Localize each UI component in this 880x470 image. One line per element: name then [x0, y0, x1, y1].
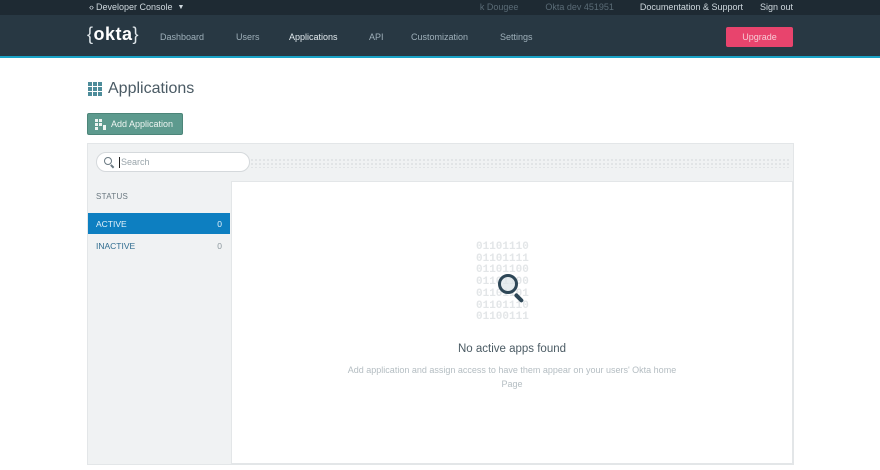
magnifier-icon: [496, 272, 528, 304]
search-input[interactable]: [119, 156, 239, 168]
logo-text: okta: [93, 24, 133, 44]
search-icon: [104, 156, 115, 168]
utility-bar: ‹› Developer Console ▼ k Dougee Okta dev…: [0, 0, 880, 15]
okta-logo[interactable]: {okta}: [87, 24, 139, 45]
filter-active[interactable]: ACTIVE 0: [88, 213, 230, 234]
add-application-label: Add Application: [111, 119, 174, 129]
binary-line: 01100111: [476, 311, 529, 324]
filter-inactive-label: INACTIVE: [96, 240, 136, 251]
sign-out-link[interactable]: Sign out: [760, 2, 793, 12]
page-title: Applications: [108, 80, 195, 97]
main-nav: {okta} Dashboard Users Applications API …: [0, 15, 880, 58]
applications-grid-icon: [88, 82, 102, 96]
filter-active-label: ACTIVE: [96, 218, 127, 229]
developer-console-switcher[interactable]: ‹› Developer Console ▼: [89, 2, 184, 12]
nav-applications[interactable]: Applications: [289, 32, 338, 42]
add-app-icon: [95, 118, 106, 130]
status-heading: STATUS: [96, 192, 129, 201]
filter-inactive-count: 0: [217, 240, 222, 251]
nav-users[interactable]: Users: [236, 32, 260, 42]
nav-customization[interactable]: Customization: [411, 32, 468, 42]
toolbar-pattern: [250, 158, 790, 168]
add-application-button[interactable]: Add Application: [87, 113, 183, 135]
applications-list-area: 01101110 01101111 01101100 01101100 0110…: [231, 181, 793, 464]
filter-inactive[interactable]: INACTIVE 0: [88, 235, 230, 256]
search-row: [88, 144, 793, 180]
nav-settings[interactable]: Settings: [500, 32, 533, 42]
code-icon: ‹›: [89, 2, 94, 12]
filter-active-count: 0: [217, 218, 222, 229]
applications-panel: STATUS ACTIVE 0 INACTIVE 0 01101110 0110…: [87, 143, 794, 465]
chevron-down-icon: ▼: [177, 3, 185, 11]
binary-line: 01101110: [476, 241, 529, 253]
documentation-support-link[interactable]: Documentation & Support: [640, 2, 743, 12]
org-name: Okta dev 451951: [545, 2, 614, 12]
search-box[interactable]: [96, 152, 250, 172]
upgrade-button[interactable]: Upgrade: [726, 27, 793, 47]
empty-state-description: Add application and assign access to hav…: [347, 365, 677, 389]
page-header: Applications: [88, 80, 194, 98]
empty-state-title: No active apps found: [457, 343, 567, 355]
user-name[interactable]: k Dougee: [480, 2, 519, 12]
nav-api[interactable]: API: [369, 32, 384, 42]
developer-console-label: Developer Console: [96, 2, 173, 12]
nav-dashboard[interactable]: Dashboard: [160, 32, 204, 42]
